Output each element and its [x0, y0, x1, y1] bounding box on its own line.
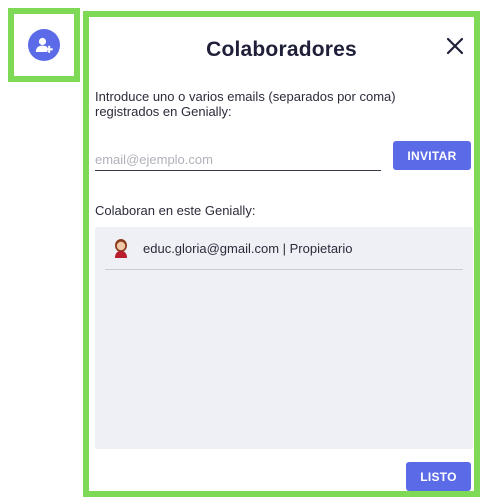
modal-title: Colaboradores: [206, 38, 357, 61]
collaborators-button-highlight: [8, 8, 80, 82]
user-avatar-icon: [115, 239, 127, 258]
collaborators-list: educ.gloria@gmail.com | Propietario: [95, 227, 473, 449]
email-input[interactable]: [95, 151, 381, 171]
collaborator-text: educ.gloria@gmail.com | Propietario: [143, 240, 353, 256]
intro-text: Introduce uno o varios emails (separados…: [95, 89, 396, 119]
add-collaborator-button[interactable]: [28, 29, 60, 61]
add-user-icon: [35, 37, 53, 53]
collaborators-modal: Colaboradores Introduce uno o varios ema…: [83, 11, 480, 497]
screen: Colaboradores Introduce uno o varios ema…: [0, 0, 480, 497]
done-button[interactable]: LISTO: [406, 462, 471, 491]
close-icon[interactable]: [445, 36, 465, 56]
list-item: educ.gloria@gmail.com | Propietario: [105, 227, 463, 270]
collaborators-label: Colaboran en este Genially:: [95, 203, 256, 218]
invite-button[interactable]: INVITAR: [393, 141, 471, 170]
